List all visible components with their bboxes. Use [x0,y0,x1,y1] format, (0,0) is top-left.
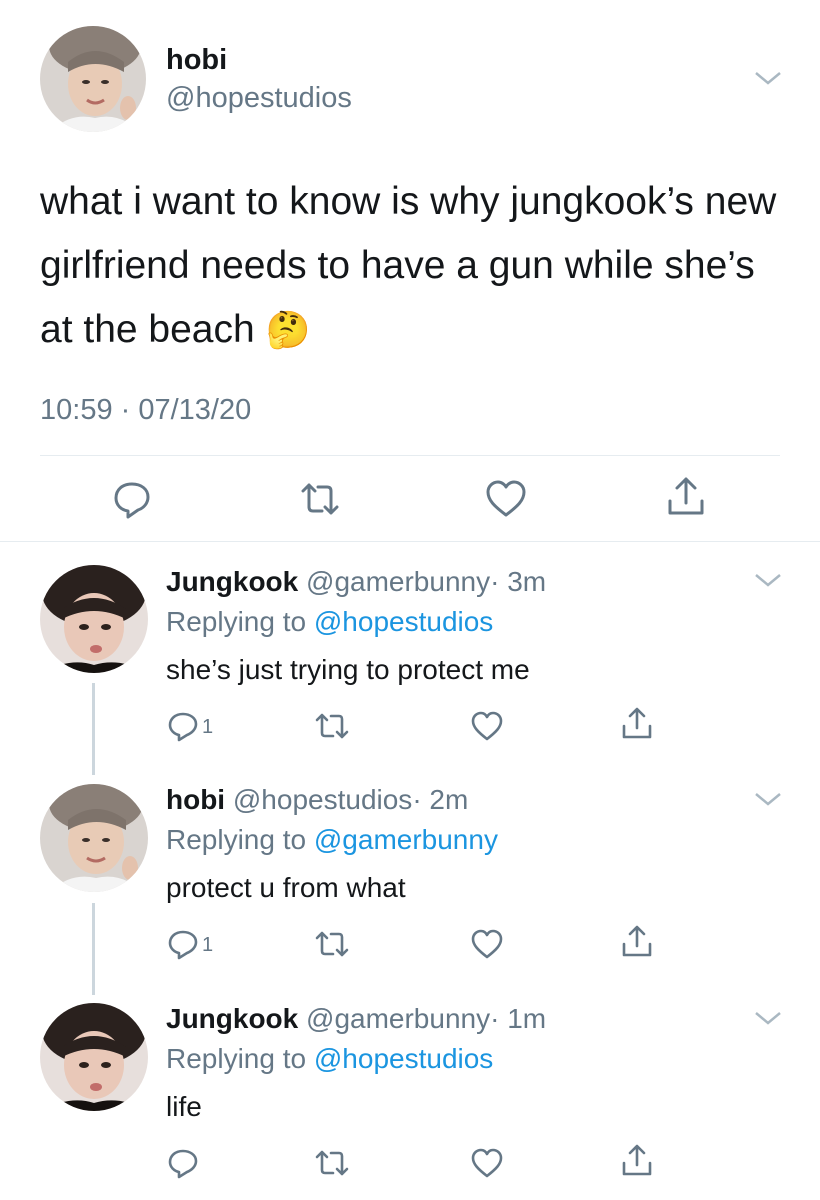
author-name[interactable]: hobi [166,44,227,77]
chevron-down-icon[interactable] [754,791,782,807]
reply-count: 1 [202,934,214,956]
chevron-down-icon[interactable] [754,572,782,588]
reply-header: hobi @hopestudios· 2m [166,784,468,816]
reply-text: life [166,1091,202,1122]
author-name[interactable]: Jungkook [166,1003,298,1034]
reply-text: protect u from what [166,872,406,903]
like-icon[interactable] [470,927,504,961]
author-name[interactable]: Jungkook [166,566,298,597]
avatar[interactable] [40,784,148,892]
author-handle[interactable]: @hopestudios [166,82,352,115]
reply-header: Jungkook @gamerbunny· 1m [166,1003,546,1035]
like-icon[interactable] [470,1146,504,1180]
reply-time[interactable]: · 1m [490,1003,546,1034]
chevron-down-icon[interactable] [754,70,782,86]
replying-to: Replying to @hopestudios [166,606,493,638]
like-icon[interactable] [484,477,528,521]
replying-to-handle[interactable]: @hopestudios [314,606,493,637]
author-handle[interactable]: @gamerbunny [306,1003,490,1034]
divider [0,541,820,542]
retweet-icon[interactable] [314,709,350,743]
avatar[interactable] [40,26,146,132]
replying-to-label: Replying to [166,606,307,637]
reply-icon[interactable] [166,927,200,961]
reply-time[interactable]: · 2m [412,784,468,815]
replying-to-label: Replying to [166,1043,307,1074]
like-icon[interactable] [470,709,504,743]
retweet-icon[interactable] [314,1146,350,1180]
retweet-icon[interactable] [298,477,342,521]
reply-text: she’s just trying to protect me [166,654,530,685]
author-handle[interactable]: @gamerbunny [306,566,490,597]
author-handle[interactable]: @hopestudios [233,784,412,815]
tweet-timestamp[interactable]: 10:59 · 07/13/20 [40,394,251,427]
share-icon[interactable] [664,475,708,519]
replying-to: Replying to @hopestudios [166,1043,493,1075]
reply-icon[interactable] [166,1146,200,1180]
author-name[interactable]: hobi [166,784,225,815]
avatar[interactable] [40,1003,148,1111]
divider [40,455,780,456]
replying-to-handle[interactable]: @hopestudios [314,1043,493,1074]
retweet-icon[interactable] [314,927,350,961]
tweet-body: what i want to know is why jungkook’s ne… [40,180,777,351]
chevron-down-icon[interactable] [754,1010,782,1026]
reply-icon[interactable] [110,477,154,521]
replying-to-label: Replying to [166,824,307,855]
reply-icon[interactable] [166,709,200,743]
avatar[interactable] [40,565,148,673]
thread-line [92,903,95,995]
thread-line [92,683,95,775]
tweet-text: what i want to know is why jungkook’s ne… [40,170,780,362]
thinking-face-emoji: 🤔 [265,309,311,350]
replying-to-handle[interactable]: @gamerbunny [314,824,498,855]
reply-header: Jungkook @gamerbunny· 3m [166,566,546,598]
reply-time[interactable]: · 3m [490,566,546,597]
share-icon[interactable] [620,924,654,960]
share-icon[interactable] [620,706,654,742]
share-icon[interactable] [620,1143,654,1179]
replying-to: Replying to @gamerbunny [166,824,498,856]
reply-count: 1 [202,716,214,738]
